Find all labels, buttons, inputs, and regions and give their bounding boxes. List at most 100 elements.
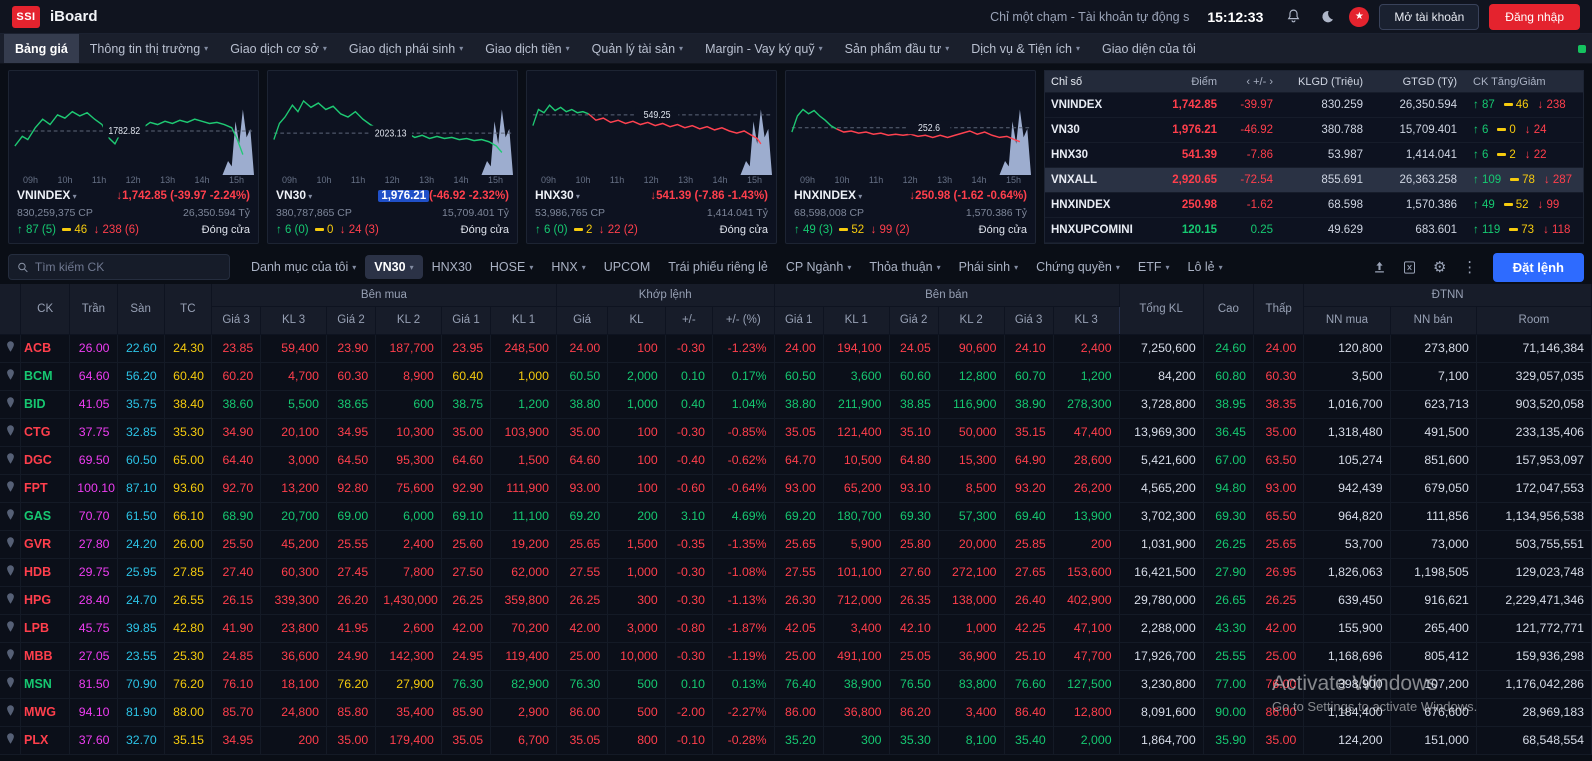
buy-volume-3[interactable]: 3,000 [260, 446, 327, 475]
buy-volume-1[interactable]: 70,200 [490, 614, 557, 643]
tab-etf[interactable]: ETF ▾ [1129, 255, 1179, 279]
stock-symbol[interactable]: FPT [20, 474, 71, 503]
menu-item-margin-vay-ky-quy[interactable]: Margin - Vay ký quỹ ▾ [694, 34, 834, 63]
index-row-hnx30[interactable]: HNX30 541.39 -7.86 53.987 1,414.041 ↑ 6 2 ↓ 22 [1045, 143, 1583, 168]
buy-volume-1[interactable]: 359,800 [490, 586, 557, 615]
buy-volume-1[interactable]: 6,700 [490, 726, 557, 755]
tab-vn30[interactable]: VN30 ▾ [365, 255, 423, 279]
tab-danh-muc-cua-toi[interactable]: Danh mục của tôi ▾ [242, 255, 365, 279]
pin-button[interactable] [0, 418, 22, 447]
pin-button[interactable] [0, 558, 22, 587]
sell-volume-1[interactable]: 101,100 [823, 558, 890, 587]
sell-price-3[interactable]: 86.40 [1004, 698, 1054, 727]
sell-price-1[interactable]: 26.30 [773, 586, 824, 615]
pin-button[interactable] [0, 502, 22, 531]
stock-symbol[interactable]: ACB [20, 334, 71, 363]
buy-volume-2[interactable]: 2,600 [375, 614, 442, 643]
menu-item-thong-tin-thi-truong[interactable]: Thông tin thị trường ▾ [79, 34, 219, 63]
buy-volume-2[interactable]: 35,400 [375, 698, 442, 727]
place-order-button[interactable]: Đặt lệnh [1492, 252, 1584, 282]
sell-price-3[interactable]: 69.40 [1004, 502, 1054, 531]
sell-price-3[interactable]: 35.40 [1004, 726, 1054, 755]
buy-volume-3[interactable]: 200 [260, 726, 327, 755]
buy-price-1[interactable]: 60.40 [441, 362, 492, 391]
tab-upcom[interactable]: UPCOM [595, 255, 660, 279]
buy-price-2[interactable]: 41.95 [326, 614, 377, 643]
sell-volume-3[interactable]: 153,600 [1053, 558, 1120, 587]
col-header-buy-vol2[interactable]: KL 2 [375, 306, 442, 335]
sell-price-1[interactable]: 42.05 [773, 614, 824, 643]
sell-price-3[interactable]: 64.90 [1004, 446, 1054, 475]
stock-row-GAS[interactable]: GAS 70.70 61.50 66.10 68.90 20,700 69.00 6,000 6… [0, 502, 1592, 531]
sell-volume-1[interactable]: 36,800 [823, 698, 890, 727]
buy-price-3[interactable]: 34.95 [210, 726, 262, 755]
buy-price-1[interactable]: 76.30 [441, 670, 492, 699]
stock-symbol[interactable]: HDB [20, 558, 71, 587]
tab-lo-le[interactable]: Lô lẻ ▾ [1179, 255, 1232, 279]
col-header-ref[interactable]: TC [164, 284, 212, 335]
ssi-logo[interactable]: SSI [12, 5, 40, 28]
stock-symbol[interactable]: GAS [20, 502, 71, 531]
sell-price-1[interactable]: 25.65 [773, 530, 824, 559]
buy-volume-3[interactable]: 339,300 [260, 586, 327, 615]
stock-row-MWG[interactable]: MWG 94.10 81.90 88.00 85.70 24,800 85.80 35,400… [0, 698, 1592, 727]
sell-price-2[interactable]: 42.10 [889, 614, 939, 643]
match-price[interactable]: 35.00 [555, 418, 609, 447]
stock-row-LPB[interactable]: LPB 45.75 39.85 42.80 41.90 23,800 41.95 2,600 4… [0, 614, 1592, 643]
sell-price-3[interactable]: 25.10 [1004, 642, 1054, 671]
gear-icon[interactable]: ⚙ [1431, 258, 1449, 276]
col-header-match-price[interactable]: Giá [555, 306, 609, 335]
match-price[interactable]: 38.80 [555, 390, 609, 419]
sell-volume-1[interactable]: 121,400 [823, 418, 890, 447]
tab-cp-nganh[interactable]: CP Ngành ▾ [777, 255, 860, 279]
sell-volume-2[interactable]: 272,100 [938, 558, 1005, 587]
buy-volume-3[interactable]: 20,100 [260, 418, 327, 447]
buy-volume-3[interactable]: 23,800 [260, 614, 327, 643]
buy-volume-2[interactable]: 75,600 [375, 474, 442, 503]
chart-index-name[interactable]: VNINDEX ▾ [17, 187, 77, 205]
match-price[interactable]: 60.50 [555, 362, 609, 391]
pin-button[interactable] [0, 530, 22, 559]
chart-index-name[interactable]: VN30 ▾ [276, 187, 312, 205]
search-box[interactable] [8, 254, 230, 280]
stock-symbol[interactable]: BCM [20, 362, 71, 391]
index-col-header-2[interactable]: ‹ +/- › [1223, 76, 1279, 88]
col-header-buy-vol3[interactable]: KL 3 [260, 306, 327, 335]
sell-volume-3[interactable]: 47,400 [1053, 418, 1120, 447]
sell-volume-1[interactable]: 65,200 [823, 474, 890, 503]
buy-volume-3[interactable]: 18,100 [260, 670, 327, 699]
sell-price-1[interactable]: 27.55 [773, 558, 824, 587]
buy-volume-2[interactable]: 600 [375, 390, 442, 419]
sell-price-2[interactable]: 93.10 [889, 474, 939, 503]
stock-row-MSN[interactable]: MSN 81.50 70.90 76.20 76.10 18,100 76.20 27,900… [0, 670, 1592, 699]
sell-volume-2[interactable]: 116,900 [938, 390, 1005, 419]
sell-price-1[interactable]: 69.20 [773, 502, 824, 531]
buy-price-1[interactable]: 85.90 [441, 698, 492, 727]
stock-symbol[interactable]: HPG [20, 586, 71, 615]
buy-price-3[interactable]: 38.60 [210, 390, 262, 419]
col-header-sell-price3[interactable]: Giá 3 [1004, 306, 1054, 335]
col-header-change-pct[interactable]: +/- (%) [712, 306, 775, 335]
col-header-match-vol[interactable]: KL [607, 306, 666, 335]
sell-price-3[interactable]: 35.15 [1004, 418, 1054, 447]
buy-price-1[interactable]: 26.25 [441, 586, 492, 615]
sell-price-2[interactable]: 64.80 [889, 446, 939, 475]
buy-price-1[interactable]: 23.95 [441, 334, 492, 363]
sell-volume-3[interactable]: 47,100 [1053, 614, 1120, 643]
stock-row-HDB[interactable]: HDB 29.75 25.95 27.85 27.40 60,300 27.45 7,800 2… [0, 558, 1592, 587]
sell-price-1[interactable]: 24.00 [773, 334, 824, 363]
sell-price-2[interactable]: 35.10 [889, 418, 939, 447]
pin-button[interactable] [0, 390, 22, 419]
sell-volume-2[interactable]: 138,000 [938, 586, 1005, 615]
stock-symbol[interactable]: PLX [20, 726, 71, 755]
col-header-change[interactable]: +/- [665, 306, 713, 335]
buy-price-3[interactable]: 27.40 [210, 558, 262, 587]
buy-price-1[interactable]: 64.60 [441, 446, 492, 475]
stock-symbol[interactable]: LPB [20, 614, 71, 643]
buy-volume-3[interactable]: 4,700 [260, 362, 327, 391]
match-price[interactable]: 76.30 [555, 670, 609, 699]
chart-index-name[interactable]: HNX30 ▾ [535, 187, 580, 205]
buy-volume-3[interactable]: 20,700 [260, 502, 327, 531]
menu-item-dich-vu-tien-ich[interactable]: Dịch vụ & Tiện ích ▾ [960, 34, 1091, 63]
stock-symbol[interactable]: CTG [20, 418, 71, 447]
